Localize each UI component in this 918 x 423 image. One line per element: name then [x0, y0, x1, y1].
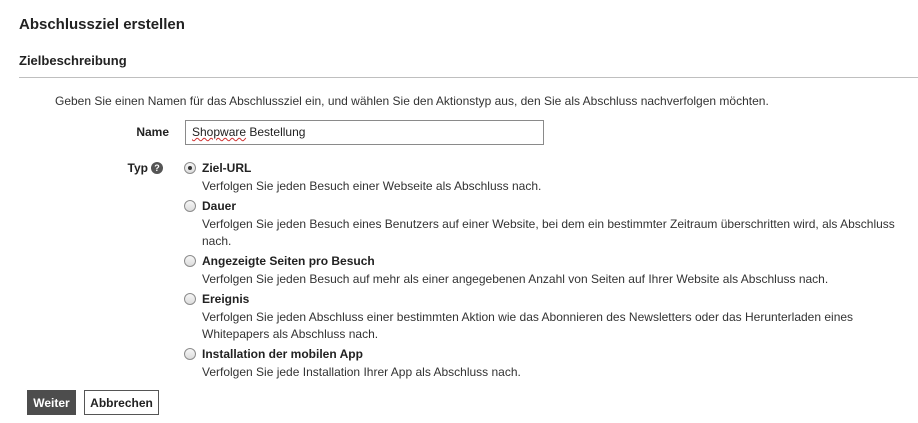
radio-dauer[interactable] [184, 200, 196, 212]
radio-ereignis[interactable] [184, 293, 196, 305]
option-title: Ziel-URL [202, 161, 252, 175]
name-value-misspelled-word: Shopware [192, 125, 247, 139]
option-description: Verfolgen Sie jeden Besuch einer Webseit… [202, 179, 542, 193]
option-title: Angezeigte Seiten pro Besuch [202, 254, 375, 268]
type-label: Typ [127, 161, 148, 175]
option-description: Verfolgen Sie jeden Besuch eines Benutze… [202, 217, 895, 248]
name-value-rest: Bestellung [246, 125, 306, 139]
option-description: Verfolgen Sie jeden Besuch auf mehr als … [202, 272, 829, 286]
option-ereignis[interactable]: Ereignis Verfolgen Sie jeden Abschluss e… [184, 292, 912, 343]
goal-name-input[interactable]: Shopware Bestellung [185, 120, 544, 145]
radio-ziel-url[interactable] [184, 162, 196, 174]
name-label: Name [136, 125, 169, 139]
next-button[interactable]: Weiter [27, 390, 76, 415]
option-dauer[interactable]: Dauer Verfolgen Sie jeden Besuch eines B… [184, 199, 912, 250]
radio-mobile-app[interactable] [184, 348, 196, 360]
option-description: Verfolgen Sie jede Installation Ihrer Ap… [202, 365, 521, 379]
type-label-group: Typ ? [83, 161, 163, 175]
option-angezeigte-seiten[interactable]: Angezeigte Seiten pro Besuch Verfolgen S… [184, 254, 912, 288]
intro-text: Geben Sie einen Namen für das Abschlussz… [55, 94, 769, 108]
cancel-button[interactable]: Abbrechen [84, 390, 159, 415]
option-title: Dauer [202, 199, 237, 213]
radio-angezeigte-seiten[interactable] [184, 255, 196, 267]
section-divider [19, 77, 918, 78]
option-ziel-url[interactable]: Ziel-URL Verfolgen Sie jeden Besuch eine… [184, 161, 912, 195]
option-mobile-app[interactable]: Installation der mobilen App Verfolgen S… [184, 347, 912, 381]
option-description: Verfolgen Sie jeden Abschluss einer best… [202, 310, 854, 341]
section-title: Zielbeschreibung [19, 53, 127, 68]
help-icon[interactable]: ? [151, 162, 163, 174]
option-title: Ereignis [202, 292, 250, 306]
option-title: Installation der mobilen App [202, 347, 363, 361]
page-title: Abschlussziel erstellen [19, 16, 185, 33]
